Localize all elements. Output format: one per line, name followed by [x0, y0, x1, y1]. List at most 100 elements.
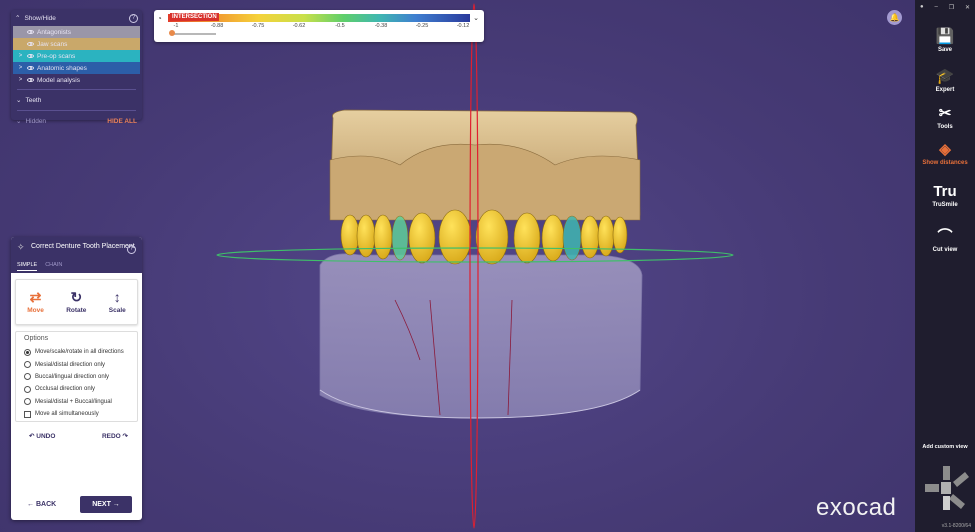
layer-label: Anatomic shapes: [37, 64, 87, 72]
option-radio[interactable]: Move/scale/rotate in all directions: [24, 346, 131, 358]
scale-tick-label: -0.38: [374, 23, 388, 29]
toolbar-show-distances-button[interactable]: ◈ Show distances: [915, 141, 975, 166]
scale-slider-handle[interactable]: [169, 30, 175, 36]
hide-all-button[interactable]: HIDE ALL: [107, 118, 137, 125]
move-all-checkbox[interactable]: Move all simultaneously: [24, 408, 131, 420]
checkbox-label: Move all simultaneously: [35, 411, 99, 418]
tool-label: Rotate: [66, 307, 87, 314]
layer-label: Model analysis: [37, 76, 80, 84]
layer-row[interactable]: > Model analysis: [13, 74, 140, 86]
tool-scale-button[interactable]: ↕ Scale: [109, 290, 126, 314]
close-icon[interactable]: ✕: [965, 4, 970, 11]
eye-icon[interactable]: [27, 30, 34, 34]
arrow-left-icon: ←: [27, 501, 36, 508]
back-button[interactable]: ← BACK: [27, 501, 56, 508]
show-distances-icon: ◈: [939, 141, 951, 158]
cut-view-icon: ⌒: [937, 228, 953, 245]
options-box: Options Move/scale/rotate in all directi…: [15, 331, 138, 422]
option-label: Buccal/lingual direction only: [35, 373, 110, 380]
teeth-label: Teeth: [25, 96, 42, 104]
notification-bell-icon[interactable]: 🔔: [887, 10, 902, 25]
tool-move-button[interactable]: ⇄ Move: [27, 290, 44, 314]
expert-icon: 🎓: [935, 68, 955, 85]
scale-title: INTERSECTION: [170, 13, 219, 21]
next-button[interactable]: NEXT →: [80, 496, 132, 513]
layer-label: Antagonists: [37, 28, 71, 36]
scale-tick-label: -0.25: [415, 23, 429, 29]
eye-icon[interactable]: [27, 42, 34, 46]
option-radio[interactable]: Mesial/distal direction only: [24, 358, 131, 370]
layer-label: Jaw scans: [37, 40, 68, 48]
option-label: Occlusal direction only: [35, 386, 96, 393]
redo-icon: ↷: [120, 433, 128, 440]
scale-slider-track[interactable]: [172, 33, 216, 35]
tool-label: Scale: [108, 307, 126, 314]
view-cube-icon[interactable]: [921, 462, 971, 516]
scale-tick-label: -0.5: [335, 23, 345, 29]
redo-button[interactable]: REDO ↷: [102, 432, 128, 440]
tab-simple[interactable]: SIMPLE: [17, 261, 38, 271]
divider: [17, 89, 136, 90]
trusmile-icon: Tru: [933, 183, 957, 200]
scale-tick-label: -0.62: [292, 23, 306, 29]
arrow-right-icon: →: [110, 501, 120, 508]
scale-ticks: -1 -0.88 -0.75 -0.62 -0.5 -0.38 -0.25 -0.12: [168, 22, 470, 32]
eye-icon[interactable]: [27, 66, 34, 70]
options-title: Options: [24, 335, 49, 342]
scale-tick-label: -0.75: [251, 23, 265, 29]
chevron-right-icon[interactable]: >: [17, 53, 24, 59]
chevron-right-icon[interactable]: >: [17, 65, 24, 71]
scale-tick-label: -1: [173, 23, 179, 29]
toolbar-label: Show distances: [922, 160, 968, 166]
undo-button[interactable]: ↶ UNDO: [29, 432, 55, 440]
eye-icon[interactable]: [27, 78, 34, 82]
wizard-title: Correct Denture Tooth Placement: [31, 243, 135, 250]
minimize-icon[interactable]: –: [934, 4, 937, 11]
chevron-right-icon[interactable]: >: [17, 77, 24, 83]
hidden-group[interactable]: ⌄ Hidden HIDE ALL: [11, 114, 142, 128]
toolbar-trusmile-button[interactable]: Tru TruSmile: [915, 183, 975, 208]
layer-row[interactable]: Antagonists: [13, 26, 140, 38]
toolbar-tools-button[interactable]: ✂ Tools: [915, 105, 975, 130]
scale-tick-label: -0.12: [456, 23, 470, 29]
user-icon[interactable]: ●: [920, 4, 924, 11]
toolbar-expert-button[interactable]: 🎓 Expert: [915, 68, 975, 93]
restore-icon[interactable]: ❐: [949, 4, 954, 11]
distance-color-scale[interactable]: ◔ INTERSECTION -1 -0.88 -0.75 -0.62 -0.5 -0.3…: [154, 10, 484, 42]
toolbar-label: Save: [937, 47, 952, 53]
toolbar-cut-view-button[interactable]: ⌒ Cut view: [915, 228, 975, 253]
help-icon[interactable]: ?: [127, 245, 136, 254]
option-radio[interactable]: Buccal/lingual direction only: [24, 371, 131, 383]
help-icon[interactable]: ?: [129, 13, 138, 23]
toolbar-label: Expert: [935, 87, 955, 93]
gauge-icon[interactable]: ◔: [157, 14, 162, 23]
tab-chain[interactable]: CHAIN: [45, 261, 62, 271]
wizard-header: ✧ Correct Denture Tooth Placement ? SIMP…: [11, 237, 142, 273]
chevron-up-icon: ⌃: [15, 15, 21, 22]
option-radio[interactable]: Mesial/distal + Buccal/lingual: [24, 396, 131, 408]
option-label: Mesial/distal direction only: [35, 361, 106, 368]
layer-row[interactable]: > Anatomic shapes: [13, 62, 140, 74]
hidden-label: Hidden: [25, 117, 47, 125]
option-radio[interactable]: Occlusal direction only: [24, 383, 131, 395]
radio-icon: [24, 398, 31, 406]
radio-icon: [24, 361, 31, 369]
eye-icon[interactable]: [27, 54, 34, 58]
back-label: BACK: [35, 501, 57, 508]
right-toolbar: ● – ❐ ✕ 💾 Save 🎓 Expert ✂ Tools ◈ Show distance…: [915, 0, 975, 532]
radio-icon: [24, 385, 31, 393]
teeth-group[interactable]: ⌄ Teeth: [11, 93, 142, 107]
checkbox-icon: [24, 410, 31, 418]
layer-row[interactable]: Jaw scans: [13, 38, 140, 50]
add-custom-view-label[interactable]: Add custom view: [915, 444, 975, 450]
exocad-logo: exocad: [816, 494, 897, 521]
tool-label: Move: [27, 307, 44, 314]
option-label: Move/scale/rotate in all directions: [35, 349, 124, 356]
show-hide-header[interactable]: ⌃ Show/Hide ?: [11, 10, 142, 26]
chevron-down-icon[interactable]: ⌄: [473, 14, 479, 22]
rotate-icon: ↻: [70, 289, 83, 305]
layer-row[interactable]: > Pre-op scans: [13, 50, 140, 62]
toolbar-save-button[interactable]: 💾 Save: [915, 28, 975, 53]
tool-rotate-button[interactable]: ↻ Rotate: [66, 290, 86, 314]
next-label: NEXT: [92, 501, 111, 508]
